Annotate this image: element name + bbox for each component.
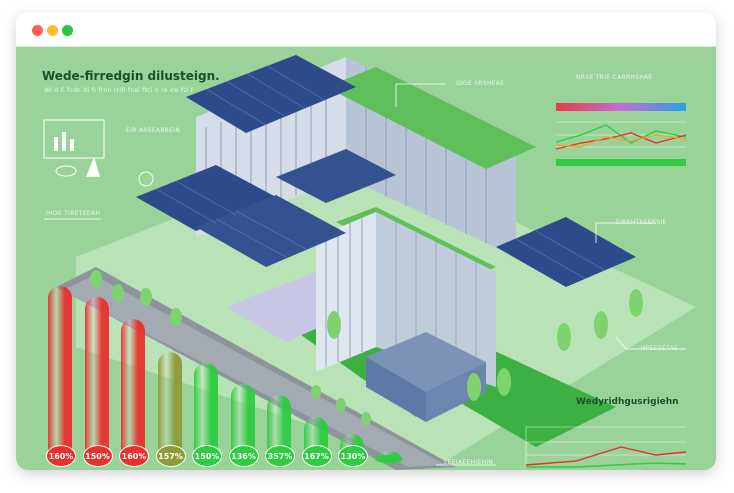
maximize-button[interactable]	[62, 25, 73, 36]
app-window: Wede-firredgin dilusteign. Wi d fi fcdc …	[16, 12, 716, 470]
bar-label-6: 357%	[265, 445, 295, 467]
bar-0	[48, 286, 72, 461]
bar-label-7: 167%	[301, 445, 332, 467]
bar-2	[121, 318, 145, 461]
bar-chart: 160% 150% 160% 157% 150% 136% 357% 167% 130%	[16, 47, 716, 470]
infographic-canvas: Wede-firredgin dilusteign. Wi d fi fcdc …	[16, 47, 716, 470]
bar-label-1: 150%	[82, 445, 113, 467]
bar-1	[84, 296, 109, 461]
bar-label-0: 160%	[46, 445, 76, 467]
bar-label-2: 160%	[119, 445, 149, 467]
bar-label-8: 130%	[338, 445, 368, 467]
minimize-button[interactable]	[47, 25, 58, 36]
close-button[interactable]	[32, 25, 43, 36]
bar-label-9	[374, 455, 403, 463]
title-bar	[16, 12, 716, 47]
bar-label-4: 150%	[192, 445, 222, 467]
bar-label-3: 157%	[155, 445, 186, 467]
bar-label-5: 136%	[228, 445, 259, 467]
